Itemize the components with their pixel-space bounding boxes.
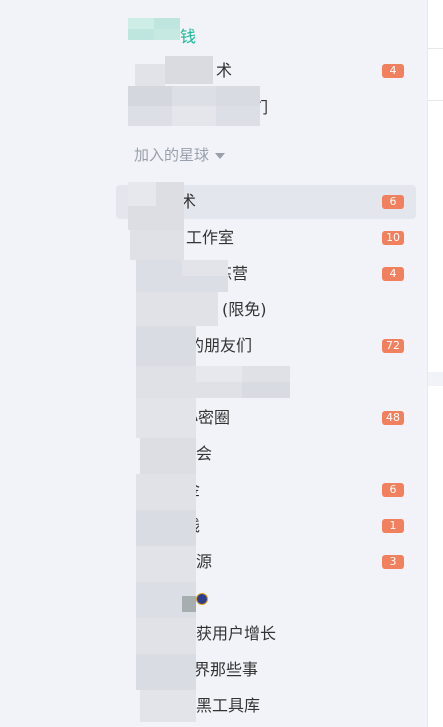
sidebar-item-planet[interactable] (116, 581, 416, 615)
section-title: 加入的星球 (134, 146, 210, 164)
caret-down-icon (215, 152, 226, 159)
sidebar-item-planet[interactable]: 交会 (116, 437, 416, 471)
sidebar-item-planet[interactable]: 金 6 (116, 473, 416, 507)
sidebar-item-label: 界那些事 (194, 660, 259, 679)
unread-count-badge: 3 (382, 555, 404, 569)
sidebar-item-top[interactable]: 术 4 (116, 54, 416, 88)
unread-count-badge: 4 (382, 267, 404, 281)
divider (428, 48, 443, 49)
sidebar-item-planet[interactable]: 联盟 (116, 365, 416, 399)
sidebar-item-planet[interactable]: 获用户增长 (116, 617, 416, 651)
unread-count-badge: 10 (382, 231, 404, 245)
unread-count-badge: 4 (382, 64, 404, 78)
planet-emoji-icon (196, 593, 208, 605)
sidebar-item-label: 获用户增长 (196, 624, 277, 643)
unread-count-badge: 48 (382, 411, 404, 425)
sidebar-item-planet[interactable]: 资源 3 (116, 545, 416, 579)
right-panel (427, 0, 443, 727)
sidebar-item-label: 们 (252, 98, 269, 117)
sidebar-item-planet[interactable]: 界那些事 (116, 653, 416, 687)
sidebar-item-label: 联盟 (180, 372, 213, 391)
right-panel-gap (428, 372, 443, 386)
sidebar-item-label: (限免) (222, 300, 267, 319)
unread-count-badge: 6 (382, 483, 404, 497)
sidebar-item-label: 工作室 (186, 228, 235, 247)
sidebar-item-label: 术 (216, 61, 233, 80)
sidebar-item-planet[interactable]: (限免) (116, 293, 416, 327)
sidebar-item-top[interactable]: 钱 (116, 20, 416, 54)
unread-count-badge: 72 (382, 339, 404, 353)
sidebar-item-label: 钱 (180, 27, 197, 46)
sidebar-item-label: 的朋友们 (188, 336, 253, 355)
unread-count-badge: 6 (382, 195, 404, 209)
divider (428, 100, 443, 101)
sidebar-item-label: 交会 (180, 444, 213, 463)
sidebar-item-planet[interactable]: 术 6 (116, 185, 416, 219)
sidebar-item-label: 金 (184, 480, 201, 499)
sidebar-item-planet[interactable]: 小密圈 48 (116, 401, 416, 435)
sidebar-item-label: 黑工具库 (196, 696, 261, 715)
sidebar-item-label: 小密圈 (182, 408, 231, 427)
joined-planets-section-toggle[interactable]: 加入的星球 (134, 140, 226, 170)
sidebar-item-label: 术 (180, 192, 197, 211)
sidebar-item-label: 炼营 (216, 264, 249, 283)
sidebar-item-planet[interactable]: 的朋友们 72 (116, 329, 416, 363)
sidebar-item-planet[interactable]: 炼营 4 (116, 257, 416, 291)
sidebar-item-planet[interactable]: 黑工具库 (116, 689, 416, 723)
unread-count-badge: 1 (382, 519, 404, 533)
sidebar-item-planet[interactable]: 钱 1 (116, 509, 416, 543)
sidebar-item-top[interactable]: 们 (116, 91, 416, 125)
sidebar-item-label: 钱 (184, 516, 201, 535)
sidebar-item-label: 资源 (180, 552, 213, 571)
sidebar-item-planet[interactable]: 工作室 10 (116, 221, 416, 255)
